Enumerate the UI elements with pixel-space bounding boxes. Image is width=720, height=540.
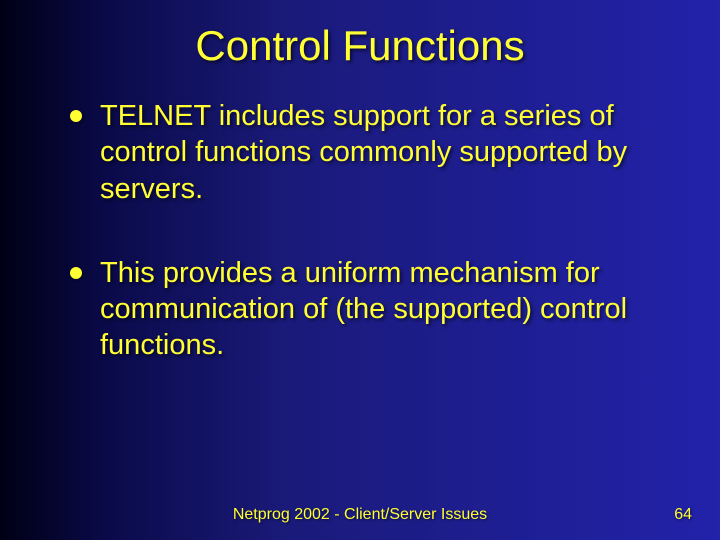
bullet-item: This provides a uniform mechanism for co… [70, 255, 660, 364]
bullet-item: TELNET includes support for a series of … [70, 98, 660, 207]
slide-body: TELNET includes support for a series of … [0, 70, 720, 364]
page-number: 64 [674, 506, 692, 524]
slide: Control Functions TELNET includes suppor… [0, 0, 720, 540]
bullet-icon [70, 267, 82, 279]
bullet-text: This provides a uniform mechanism for co… [100, 255, 660, 364]
slide-title: Control Functions [0, 0, 720, 70]
bullet-text: TELNET includes support for a series of … [100, 98, 660, 207]
bullet-icon [70, 110, 82, 122]
footer-center-text: Netprog 2002 - Client/Server Issues [0, 506, 720, 524]
